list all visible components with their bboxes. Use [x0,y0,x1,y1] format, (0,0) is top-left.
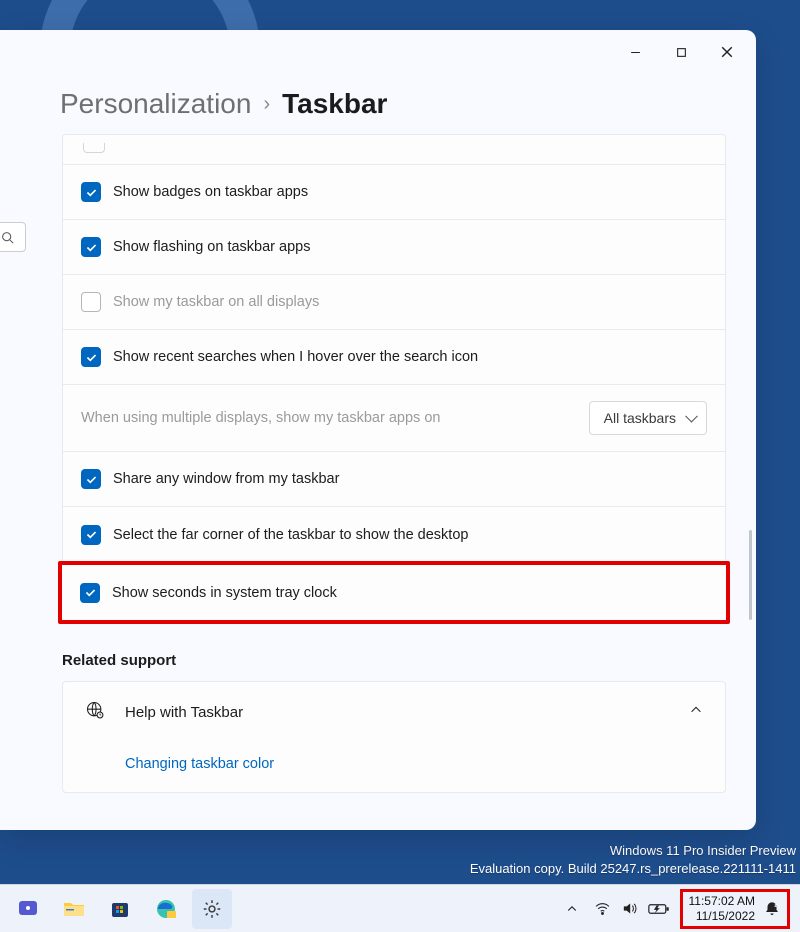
help-with-taskbar-row[interactable]: Help with Taskbar [63,682,725,742]
breadcrumb-current: Taskbar [282,88,387,120]
watermark-line2: Evaluation copy. Build 25247.rs_prerelea… [470,860,796,878]
clock-time: 11:57:02 AM [689,894,756,909]
file-explorer-icon[interactable] [54,889,94,929]
setting-label: Show badges on taskbar apps [113,184,308,200]
checkbox-seconds[interactable] [80,583,100,603]
setting-label: Show flashing on taskbar apps [113,239,311,255]
settings-app-icon[interactable] [192,889,232,929]
help-label: Help with Taskbar [125,704,243,721]
setting-row-share-window[interactable]: Share any window from my taskbar [63,452,725,507]
setting-label: When using multiple displays, show my ta… [81,410,440,426]
setting-row-seconds[interactable]: Show seconds in system tray clock [62,565,726,620]
minimize-button[interactable] [612,36,658,68]
system-clock[interactable]: 11:57:02 AM 11/15/2022 [689,894,756,924]
highlighted-setting: Show seconds in system tray clock [58,561,730,624]
breadcrumb-parent[interactable]: Personalization [60,88,251,120]
setting-row-flashing[interactable]: Show flashing on taskbar apps [63,220,725,275]
maximize-button[interactable] [658,36,704,68]
system-tray: 11:57:02 AM 11/15/2022 z [566,885,797,932]
setting-row-recent-search[interactable]: Show recent searches when I hover over t… [63,330,725,385]
checkbox-flashing[interactable] [81,237,101,257]
close-button[interactable] [704,36,750,68]
edge-icon[interactable] [146,889,186,929]
battery-icon[interactable] [648,902,670,916]
checkbox-share-window[interactable] [81,469,101,489]
settings-window: Personalization › Taskbar Show badges on… [0,30,756,830]
setting-label: Select the far corner of the taskbar to … [113,527,468,543]
setting-label: Show seconds in system tray clock [112,585,337,601]
setting-label: Show recent searches when I hover over t… [113,349,478,365]
changing-taskbar-color-link[interactable]: Changing taskbar color [63,742,725,792]
notification-icon[interactable]: z [763,900,781,918]
wifi-icon[interactable] [594,900,611,917]
related-support-card: Help with Taskbar Changing taskbar color [62,681,726,793]
breadcrumb: Personalization › Taskbar [0,74,756,134]
taskbar-apps [4,889,232,929]
setting-row-all-displays: Show my taskbar on all displays [63,275,725,330]
checkbox-recent-search[interactable] [81,347,101,367]
taskbar: 11:57:02 AM 11/15/2022 z [0,884,800,932]
checkbox-far-corner[interactable] [81,525,101,545]
checkbox-badges[interactable] [81,182,101,202]
tray-overflow-button[interactable] [566,903,578,915]
related-support-title: Related support [62,652,726,669]
clock-highlight: 11:57:02 AM 11/15/2022 z [680,889,791,929]
chevron-right-icon: › [263,93,270,116]
multi-display-dropdown: All taskbars [589,401,707,435]
search-button[interactable] [0,222,26,252]
setting-row-far-corner[interactable]: Select the far corner of the taskbar to … [63,507,725,562]
clock-date: 11/15/2022 [689,909,756,924]
scrollbar-thumb[interactable] [749,530,752,620]
volume-icon[interactable] [621,900,638,917]
setting-row-multi-display: When using multiple displays, show my ta… [63,385,725,452]
globe-icon [85,700,105,724]
watermark: Windows 11 Pro Insider Preview Evaluatio… [470,842,796,878]
chevron-up-icon [689,703,703,721]
partial-row [63,135,725,165]
svg-text:z: z [774,902,777,908]
titlebar [0,30,756,74]
microsoft-store-icon[interactable] [100,889,140,929]
setting-label: Show my taskbar on all displays [113,294,319,310]
search-icon [1,231,14,244]
setting-label: Share any window from my taskbar [113,471,339,487]
settings-list: Show badges on taskbar apps Show flashin… [62,134,726,563]
chat-app-icon[interactable] [8,889,48,929]
watermark-line1: Windows 11 Pro Insider Preview [470,842,796,860]
setting-row-badges[interactable]: Show badges on taskbar apps [63,165,725,220]
checkbox-all-displays [81,292,101,312]
